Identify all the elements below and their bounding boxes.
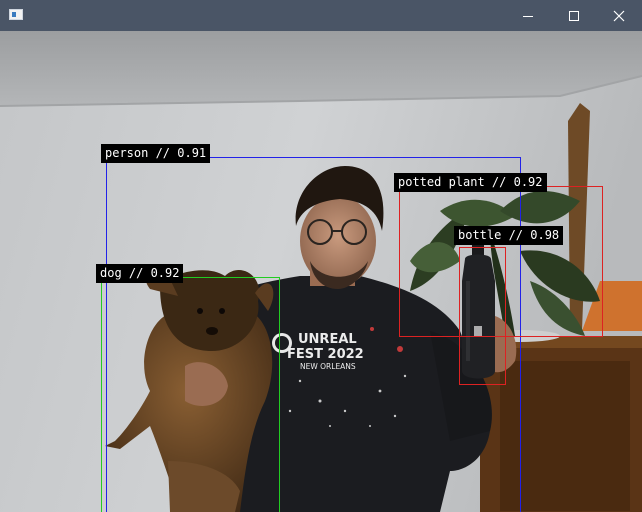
dog-detection-label: dog // 0.92: [96, 264, 184, 283]
close-button[interactable]: [596, 0, 642, 31]
detection-window: UNREAL FEST 2022 NEW ORLEANS person // 0…: [0, 0, 642, 512]
minimize-button[interactable]: [505, 0, 551, 31]
bottle-detection-label: bottle // 0.98: [454, 226, 564, 245]
dog-bounding-box: [101, 277, 280, 512]
maximize-icon: [569, 10, 579, 21]
ceiling: [0, 31, 642, 106]
title-bar[interactable]: [0, 0, 642, 31]
bottle-bounding-box: [459, 247, 506, 385]
app-icon: [9, 9, 23, 20]
potted-plant-detection-label: potted plant // 0.92: [394, 173, 547, 192]
close-icon: [613, 10, 625, 21]
person-detection-label: person // 0.91: [101, 144, 211, 163]
camera-frame: UNREAL FEST 2022 NEW ORLEANS person // 0…: [0, 31, 642, 512]
minimize-icon: [523, 15, 533, 17]
maximize-button[interactable]: [551, 0, 597, 31]
